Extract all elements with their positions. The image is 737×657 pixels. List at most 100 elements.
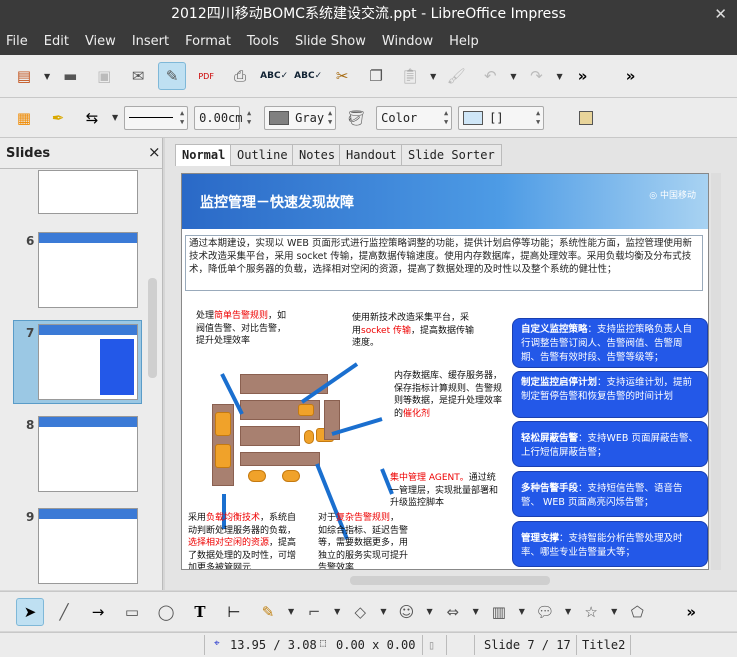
cut-icon[interactable]: ✂ xyxy=(328,62,356,90)
menu-slide-show[interactable]: Slide Show xyxy=(295,29,366,55)
undo-icon[interactable]: ↶ xyxy=(476,62,504,90)
star-dropdown[interactable]: ▼ xyxy=(611,607,617,616)
shadow-icon[interactable] xyxy=(572,104,600,132)
arrow-line-icon[interactable]: → xyxy=(84,598,112,626)
slide-thumbnail-6[interactable] xyxy=(38,232,138,308)
flowchart-dropdown[interactable]: ▼ xyxy=(519,607,525,616)
text-icon[interactable]: T xyxy=(186,598,214,626)
redo-icon[interactable]: ↷ xyxy=(522,62,550,90)
intro-textbox[interactable]: 通过本期建设，实现以 WEB 页面形式进行监控策略调整的功能，提供计划启停等功能… xyxy=(185,235,703,291)
note-complex-rules[interactable]: 对于复杂告警规则，如综合指标、延迟告警等，需要数据更多，用独立的服务实现可提升告… xyxy=(318,512,408,569)
print-icon[interactable]: ⎙ xyxy=(226,62,254,90)
freeform-icon[interactable]: ✎ xyxy=(254,598,282,626)
area-style-select[interactable]: Color ▲ ▼ xyxy=(376,105,453,130)
line-style-select[interactable]: ▲ ▼ xyxy=(124,105,189,130)
edit-mode-icon[interactable]: ✎ xyxy=(158,62,187,90)
line-color-select[interactable]: Gray ▲ ▼ xyxy=(264,105,337,130)
rectangle-icon[interactable]: ▭ xyxy=(118,598,146,626)
redo-dropdown[interactable]: ▼ xyxy=(556,72,562,81)
autospellcheck-icon[interactable]: ABC✓ xyxy=(294,62,322,90)
close-window-button[interactable]: ✕ xyxy=(714,0,727,29)
slides-panel-close[interactable]: × xyxy=(148,143,161,161)
menu-file[interactable]: File xyxy=(6,29,28,55)
arrow-style-dropdown[interactable]: ▼ xyxy=(112,113,118,122)
fill-swatch xyxy=(463,110,484,125)
email-icon[interactable]: ✉ xyxy=(124,62,152,90)
horizontal-scrollbar[interactable] xyxy=(350,576,550,585)
note-agent[interactable]: 集中管理 AGENT。通过统一管理层，实现批量部署和升级监控脚本 xyxy=(390,472,502,510)
note-socket[interactable]: 使用新技术改造采集平台，采用socket 传输，提高数据传输速度。 xyxy=(352,312,477,350)
slide-thumbnail-5[interactable] xyxy=(38,170,138,214)
menu-help[interactable]: Help xyxy=(449,29,479,55)
block-arrows-icon[interactable]: ⇔ xyxy=(439,598,467,626)
tab-notes[interactable]: Notes xyxy=(292,144,343,166)
note-load-balance[interactable]: 采用负载均衡技术，系统自动判断处理服务器的负载，选择相对空闲的资源，提高了数据处… xyxy=(188,512,300,569)
flowchart-icon[interactable]: ▥ xyxy=(485,598,513,626)
status-bar: ⌖ 13.95 / 3.08 ⬚ 0.00 x 0.00 ▯ Slide 7 /… xyxy=(0,632,737,657)
note-simple-rules[interactable]: 处理简单告警规则，如阀值告警、对比告警，提升处理效率 xyxy=(196,310,291,348)
callout-alarm-methods[interactable]: 多种告警手段：支持短信告警、语音告警、 WEB 页面高亮闪烁告警； xyxy=(512,471,708,517)
slide-thumbnail-9[interactable] xyxy=(38,508,138,584)
slide-title[interactable]: 监控管理－快速发现故障 xyxy=(200,192,354,212)
tab-handout[interactable]: Handout xyxy=(339,144,404,166)
connector-icon[interactable]: ⌐ xyxy=(300,598,328,626)
save-icon[interactable]: ▣ xyxy=(90,62,118,90)
symbol-shapes-dropdown[interactable]: ▼ xyxy=(426,607,432,616)
callout-mask-alarm[interactable]: 轻松屏蔽告警：支持WEB 页面屏蔽告警、上行短信屏蔽告警； xyxy=(512,421,708,467)
menu-edit[interactable]: Edit xyxy=(44,29,69,55)
tab-slide-sorter[interactable]: Slide Sorter xyxy=(401,144,502,166)
tab-outline[interactable]: Outline xyxy=(230,144,295,166)
basic-shapes-dropdown[interactable]: ▼ xyxy=(380,607,386,616)
polygon-icon[interactable]: ⬠ xyxy=(623,598,651,626)
spellcheck-icon[interactable]: ABC✓ xyxy=(260,62,288,90)
export-pdf-icon[interactable]: PDF xyxy=(192,62,220,90)
clone-formatting-icon[interactable]: 🖌︎ xyxy=(442,62,470,90)
more-icon[interactable]: » xyxy=(569,62,597,90)
slide-thumbnail-8[interactable] xyxy=(38,416,138,492)
styles-icon[interactable]: ▦ xyxy=(10,104,38,132)
copy-icon[interactable]: ❐ xyxy=(362,62,390,90)
open-icon[interactable]: ▬ xyxy=(56,62,84,90)
paste-icon[interactable]: 📋︎ xyxy=(396,62,424,90)
slides-scrollbar[interactable] xyxy=(148,278,157,378)
line-icon[interactable]: ✒ xyxy=(44,104,72,132)
callout-start-stop-plan[interactable]: 制定监控启停计划：支持运维计划，提前制定暂停告警和恢复告警的时间计划 xyxy=(512,371,708,418)
freeform-dropdown[interactable]: ▼ xyxy=(288,607,294,616)
line-width-field[interactable]: 0.00cm ▲ ▼ xyxy=(194,105,251,130)
slide-canvas[interactable]: 监控管理－快速发现故障 ◎ 中国移动 通过本期建设，实现以 WEB 页面形式进行… xyxy=(181,173,709,570)
symbol-shapes-icon[interactable]: ☺ xyxy=(392,598,420,626)
vertical-scrollbar[interactable] xyxy=(711,173,721,570)
area-fill-select[interactable]: [] ▲ ▼ xyxy=(458,105,545,130)
connector-dropdown[interactable]: ▼ xyxy=(334,607,340,616)
new-icon[interactable]: ▤ xyxy=(10,62,38,90)
arrow-style-icon[interactable]: ⇆ xyxy=(78,104,106,132)
slide-thumbnail-7[interactable] xyxy=(38,324,138,400)
menu-format[interactable]: Format xyxy=(185,29,231,55)
line-tool-icon[interactable]: ╱ xyxy=(50,598,78,626)
basic-shapes-icon[interactable]: ◇ xyxy=(346,598,374,626)
block-arrows-dropdown[interactable]: ▼ xyxy=(473,607,479,616)
menu-view[interactable]: View xyxy=(85,29,116,55)
callout-icon[interactable]: 💬︎ xyxy=(531,598,559,626)
tab-normal[interactable]: Normal xyxy=(175,144,233,166)
area-icon[interactable]: 🪣︎ xyxy=(342,104,370,132)
select-icon[interactable]: ➤ xyxy=(16,597,44,626)
ellipse-icon[interactable]: ◯ xyxy=(152,598,180,626)
menu-tools[interactable]: Tools xyxy=(247,29,279,55)
paste-dropdown[interactable]: ▼ xyxy=(430,72,436,81)
slide-indicator: Slide 7 / 17 xyxy=(484,638,571,652)
more-toolbars-icon[interactable]: » xyxy=(617,62,645,90)
dimension-line-icon[interactable]: ⊢ xyxy=(220,598,248,626)
new-dropdown[interactable]: ▼ xyxy=(44,72,50,81)
more-icon[interactable]: » xyxy=(677,598,705,626)
document-modified-icon[interactable]: ▯ xyxy=(428,638,435,652)
menu-window[interactable]: Window xyxy=(382,29,433,55)
menu-insert[interactable]: Insert xyxy=(132,29,169,55)
callout-management-support[interactable]: 管理支撑：支持智能分析告警处理及时率、哪些专业告警量大等； xyxy=(512,521,708,567)
callout-dropdown[interactable]: ▼ xyxy=(565,607,571,616)
note-memory-db[interactable]: 内存数据库、缓存服务器，保存指标计算规则、告警规则等数据，是提升处理效率的催化剂 xyxy=(394,370,506,420)
star-icon[interactable]: ☆ xyxy=(577,598,605,626)
slide-number: 9 xyxy=(26,510,35,524)
undo-dropdown[interactable]: ▼ xyxy=(510,72,516,81)
callout-custom-strategy[interactable]: 自定义监控策略：支持监控策略负责人自行调整告警订阅人、告警阀值、告警周期、告警有… xyxy=(512,318,708,368)
